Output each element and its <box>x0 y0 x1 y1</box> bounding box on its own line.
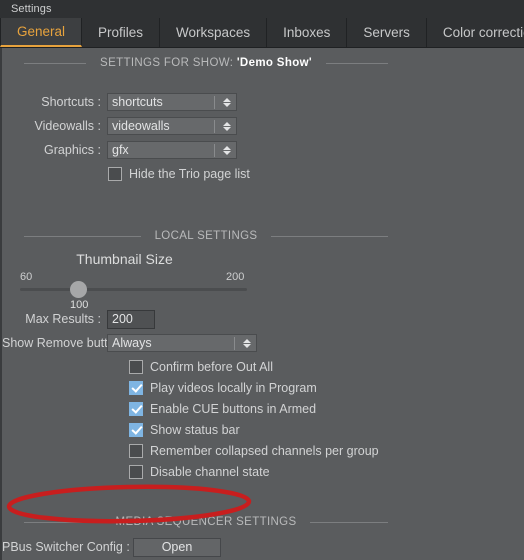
window-title: Settings <box>11 3 52 15</box>
divider-right <box>325 62 389 64</box>
checkbox-confirm-before-out-all[interactable] <box>129 359 143 374</box>
dropdown-shortcuts-value: shortcuts <box>112 95 163 109</box>
tab-color-correction-label: Color correction <box>442 25 524 40</box>
checkbox-disable-channel-state[interactable] <box>129 464 143 479</box>
tab-color-correction[interactable]: Color correction <box>426 18 524 47</box>
window-titlebar: Settings <box>0 0 524 18</box>
thumbnail-size-slider-group: Thumbnail Size 60 200 100 <box>2 251 392 311</box>
spinner-arrows-icon <box>220 97 233 107</box>
thumbnail-size-slider-track[interactable] <box>20 288 247 291</box>
tab-workspaces-label: Workspaces <box>176 25 251 40</box>
label-graphics: Graphics : <box>44 143 101 157</box>
checkbox-play-videos-locally-label: Play videos locally in Program <box>150 380 317 395</box>
checkbox-enable-cue-buttons[interactable] <box>129 401 143 416</box>
input-max-results[interactable]: 200 <box>107 309 155 329</box>
thumbnail-size-max-label: 200 <box>226 271 245 283</box>
spinner-arrows-icon <box>220 121 233 131</box>
row-show-remove-button: Show Remove button : Always <box>2 333 524 353</box>
dropdown-show-remove-button[interactable]: Always <box>107 334 257 352</box>
checkbox-show-status-bar[interactable] <box>129 422 143 437</box>
separator <box>214 119 215 133</box>
checkbox-hide-trio-page-list-label: Hide the Trio page list <box>129 166 250 181</box>
checkbox-confirm-before-out-all-label: Confirm before Out All <box>150 359 273 374</box>
settings-content: SETTINGS FOR SHOW: 'Demo Show' Shortcuts… <box>0 48 524 560</box>
row-hide-trio-page-list: Hide the Trio page list <box>2 164 524 183</box>
row-videowalls: Videowalls : videowalls <box>2 116 524 136</box>
spinner-arrows-icon <box>220 145 233 155</box>
tab-bar: General Profiles Workspaces Inboxes Serv… <box>0 18 524 48</box>
thumbnail-size-slider-handle[interactable] <box>70 281 87 298</box>
dropdown-shortcuts[interactable]: shortcuts <box>107 93 237 111</box>
section-header-media-sequencer-label: MEDIA SEQUENCER SETTINGS <box>115 516 297 528</box>
checkbox-disable-channel-state-label: Disable channel state <box>150 464 270 479</box>
open-pbus-switcher-config-button[interactable]: Open <box>133 537 221 557</box>
divider-right <box>271 235 389 237</box>
dropdown-graphics[interactable]: gfx <box>107 141 237 159</box>
row-pbus-switcher-config: PBus Switcher Config : Open <box>2 537 524 557</box>
tab-inboxes-label: Inboxes <box>283 25 331 40</box>
section-header-media-sequencer: MEDIA SEQUENCER SETTINGS <box>2 513 392 531</box>
divider-left <box>24 62 87 64</box>
separator <box>214 143 215 157</box>
tab-workspaces[interactable]: Workspaces <box>160 18 268 47</box>
section-header-show-label: SETTINGS FOR SHOW: 'Demo Show' <box>100 57 312 69</box>
row-disable-channel-state: Disable channel state <box>2 462 524 481</box>
row-show-status-bar: Show status bar <box>2 420 524 439</box>
section-header-local: LOCAL SETTINGS <box>2 227 392 245</box>
row-shortcuts: Shortcuts : shortcuts <box>2 92 524 112</box>
label-max-results: Max Results : <box>25 312 101 326</box>
row-confirm-before-out-all: Confirm before Out All <box>2 357 524 376</box>
row-graphics: Graphics : gfx <box>2 140 524 160</box>
settings-window: Settings General Profiles Workspaces Inb… <box>0 0 524 560</box>
label-show-remove-button: Show Remove button : <box>2 336 129 350</box>
separator <box>214 95 215 109</box>
checkbox-remember-collapsed-channels-label: Remember collapsed channels per group <box>150 443 379 458</box>
section-header-show: SETTINGS FOR SHOW: 'Demo Show' <box>2 54 392 72</box>
row-play-videos-locally: Play videos locally in Program <box>2 378 524 397</box>
divider-left <box>24 235 141 237</box>
tab-servers[interactable]: Servers <box>347 18 427 47</box>
thumbnail-size-title: Thumbnail Size <box>76 251 173 267</box>
row-remember-collapsed-channels: Remember collapsed channels per group <box>2 441 524 460</box>
tab-profiles[interactable]: Profiles <box>82 18 161 47</box>
section-header-show-prefix: SETTINGS FOR SHOW: <box>100 57 237 69</box>
dropdown-show-remove-button-value: Always <box>112 336 152 350</box>
thumbnail-size-min-label: 60 <box>20 271 33 283</box>
spinner-arrows-icon <box>240 338 253 348</box>
section-header-show-name: 'Demo Show' <box>236 57 312 69</box>
tab-general[interactable]: General <box>0 18 83 47</box>
divider-left <box>24 521 102 523</box>
dropdown-graphics-value: gfx <box>112 143 129 157</box>
checkbox-play-videos-locally[interactable] <box>129 380 143 395</box>
label-shortcuts: Shortcuts : <box>41 95 101 109</box>
section-header-local-label: LOCAL SETTINGS <box>154 230 258 242</box>
tab-profiles-label: Profiles <box>98 25 144 40</box>
tab-inboxes[interactable]: Inboxes <box>267 18 348 47</box>
tab-general-label: General <box>17 24 66 39</box>
thumbnail-size-value-label: 100 <box>70 299 89 311</box>
label-pbus-switcher-config: PBus Switcher Config : <box>2 540 130 554</box>
label-videowalls: Videowalls : <box>34 119 101 133</box>
tab-servers-label: Servers <box>363 25 410 40</box>
row-enable-cue-buttons: Enable CUE buttons in Armed <box>2 399 524 418</box>
checkbox-show-status-bar-label: Show status bar <box>150 422 240 437</box>
checkbox-hide-trio-page-list[interactable] <box>108 166 122 181</box>
checkbox-enable-cue-buttons-label: Enable CUE buttons in Armed <box>150 401 317 416</box>
divider-right <box>310 521 388 523</box>
dropdown-videowalls[interactable]: videowalls <box>107 117 237 135</box>
separator <box>234 336 235 350</box>
dropdown-videowalls-value: videowalls <box>112 119 170 133</box>
checkbox-remember-collapsed-channels[interactable] <box>129 443 143 458</box>
row-max-results: Max Results : 200 <box>2 309 524 329</box>
